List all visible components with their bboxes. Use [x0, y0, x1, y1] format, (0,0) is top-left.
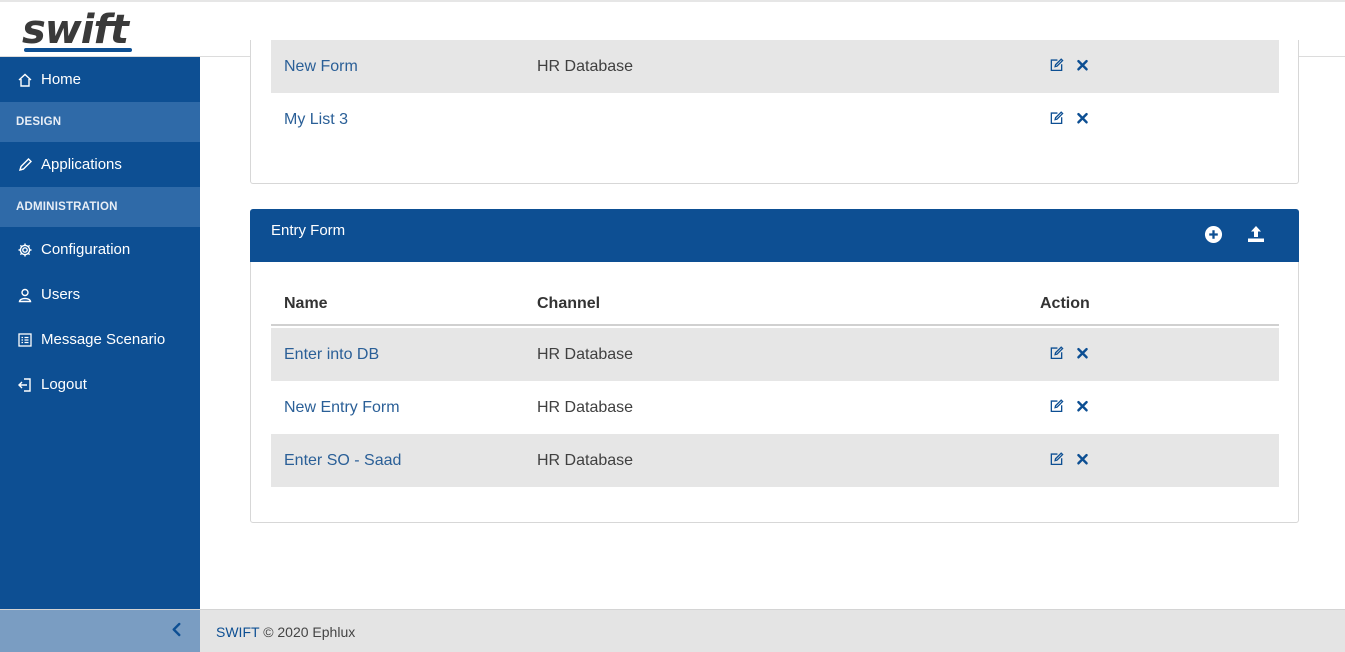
- row-channel: HR Database: [537, 57, 634, 75]
- row-actions: [1048, 451, 1090, 467]
- close-icon[interactable]: [1074, 451, 1090, 467]
- sidebar-item-label: Message Scenario: [41, 331, 166, 348]
- logo-underline: [24, 48, 132, 52]
- footer: SWIFT © 2020 Ephlux: [0, 609, 1345, 652]
- sidebar-section-design: DESIGN: [0, 102, 200, 142]
- user-icon: [16, 286, 34, 304]
- gear-icon: [16, 241, 34, 259]
- row-name-link[interactable]: New Entry Form: [284, 399, 400, 417]
- row-name-link[interactable]: Enter into DB: [284, 346, 379, 364]
- edit-icon[interactable]: [1048, 110, 1064, 126]
- sidebar-item-applications[interactable]: Applications: [0, 142, 200, 187]
- sidebar-item-label: Home: [41, 71, 82, 88]
- table-row: New Entry Form HR Database: [271, 381, 1279, 434]
- footer-brand-link[interactable]: SWIFT: [216, 624, 259, 640]
- chevron-left-icon: [171, 622, 182, 642]
- sidebar-item-logout[interactable]: Logout: [0, 362, 200, 407]
- copyright-text: SWIFT © 2020 Ephlux: [216, 624, 355, 640]
- sidebar-item-label: Logout: [41, 376, 87, 393]
- column-header-action: Action: [1040, 295, 1090, 312]
- edit-icon[interactable]: [1048, 345, 1064, 361]
- close-icon[interactable]: [1074, 398, 1090, 414]
- sidebar-collapse-button[interactable]: [0, 610, 200, 652]
- list-card: New Form HR Database My List 3: [250, 40, 1299, 184]
- row-name-link[interactable]: New Form: [284, 58, 358, 76]
- row-channel: HR Database: [537, 345, 634, 363]
- app-logo[interactable]: swift: [22, 8, 129, 52]
- close-icon[interactable]: [1074, 345, 1090, 361]
- row-actions: [1048, 57, 1090, 73]
- row-name-link[interactable]: My List 3: [284, 111, 348, 129]
- table-row: Enter into DB HR Database: [271, 328, 1279, 381]
- row-channel: HR Database: [537, 451, 634, 469]
- footer-copyright: © 2020 Ephlux: [263, 624, 356, 640]
- edit-icon[interactable]: [1048, 57, 1064, 73]
- upload-icon[interactable]: [1245, 223, 1267, 245]
- row-name-link[interactable]: Enter SO - Saad: [284, 452, 401, 470]
- row-actions: [1048, 110, 1090, 126]
- column-header-channel[interactable]: Channel: [537, 295, 600, 313]
- column-header-name[interactable]: Name: [284, 295, 328, 313]
- edit-icon[interactable]: [1048, 451, 1064, 467]
- sidebar-item-configuration[interactable]: Configuration: [0, 227, 200, 272]
- table-row: My List 3: [271, 93, 1279, 146]
- sidebar-item-users[interactable]: Users: [0, 272, 200, 317]
- plus-circle-icon[interactable]: [1202, 223, 1224, 245]
- sidebar-item-message-scenario[interactable]: Message Scenario: [0, 317, 200, 362]
- pencil-icon: [16, 156, 34, 174]
- sidebar-item-home[interactable]: Home: [0, 57, 200, 102]
- table-row: New Form HR Database: [271, 40, 1279, 93]
- sidebar-item-label: Configuration: [41, 241, 131, 258]
- close-icon[interactable]: [1074, 57, 1090, 73]
- edit-icon[interactable]: [1048, 398, 1064, 414]
- card-title: Entry Form: [271, 222, 346, 239]
- row-actions: [1048, 345, 1090, 361]
- close-icon[interactable]: [1074, 110, 1090, 126]
- table-row: Enter SO - Saad HR Database: [271, 434, 1279, 487]
- sidebar-section-administration: ADMINISTRATION: [0, 187, 200, 227]
- entry-form-card: Entry Form Name Channel Action Enter int…: [250, 209, 1299, 523]
- row-actions: [1048, 398, 1090, 414]
- logout-icon: [16, 376, 34, 394]
- card-header: Entry Form: [250, 209, 1299, 262]
- home-icon: [16, 71, 34, 89]
- row-channel: HR Database: [537, 398, 634, 416]
- sidebar-item-label: Applications: [41, 156, 122, 173]
- table-header: Name Channel Action: [271, 290, 1279, 326]
- sidebar-item-label: Users: [41, 286, 81, 303]
- list-icon: [16, 331, 34, 349]
- sidebar: Home DESIGN Applications ADMINISTRATION …: [0, 57, 200, 609]
